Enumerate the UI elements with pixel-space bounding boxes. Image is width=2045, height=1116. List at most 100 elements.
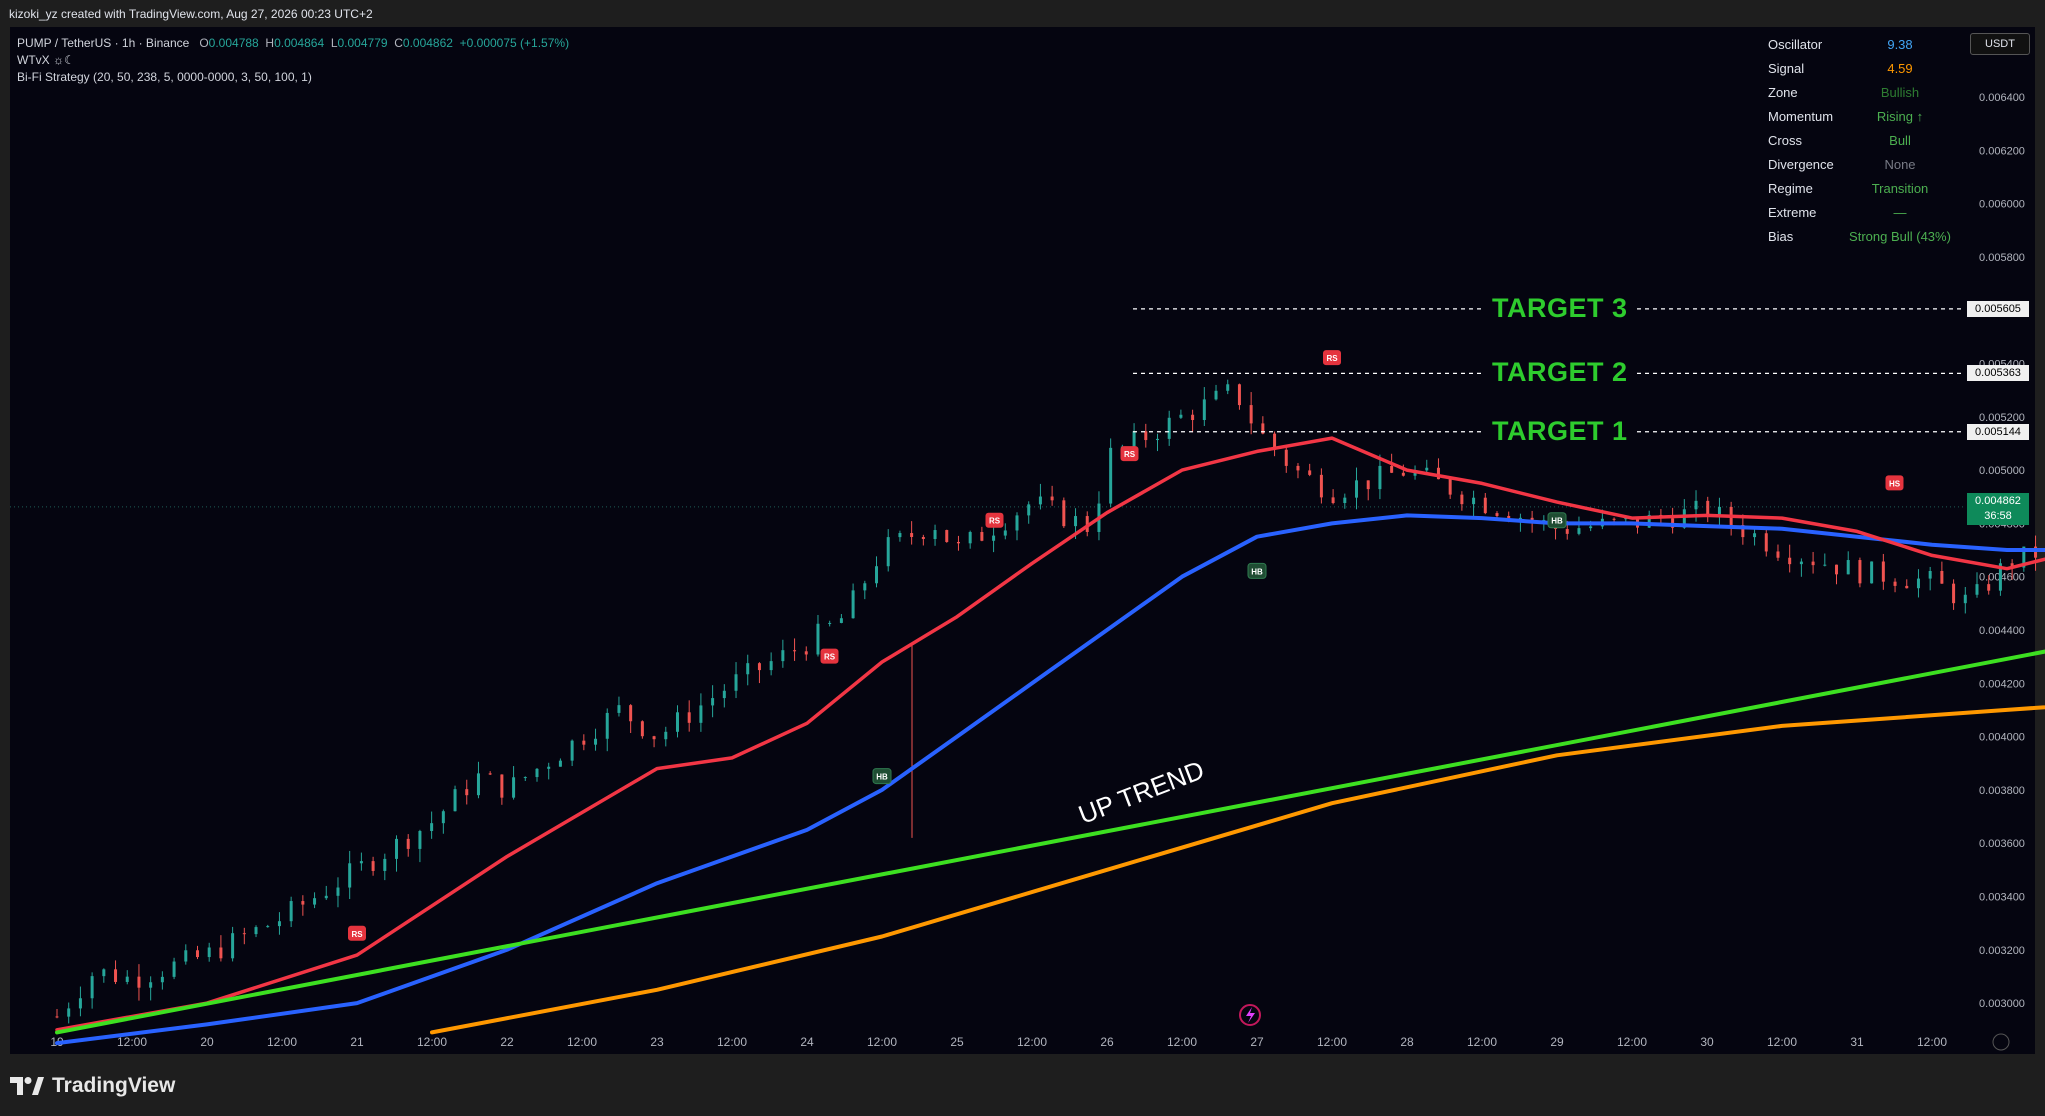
candle-body bbox=[640, 721, 644, 737]
countdown: 36:58 bbox=[1984, 510, 2012, 522]
x-tick-label: 20 bbox=[200, 1035, 214, 1049]
candle bbox=[793, 638, 797, 661]
ema-slow-line bbox=[430, 705, 2045, 1035]
tradingview-logo-icon bbox=[10, 1077, 44, 1095]
candle bbox=[1881, 553, 1885, 590]
candle-body bbox=[1038, 496, 1042, 505]
candle-body bbox=[1132, 431, 1136, 447]
stat-key: Signal bbox=[1768, 61, 1805, 76]
x-tick-label: 28 bbox=[1400, 1035, 1414, 1049]
signal-marker-hs: HS bbox=[1885, 475, 1904, 491]
y-tick-label: 0.006400 bbox=[1979, 92, 2025, 104]
candle-body bbox=[1928, 570, 1932, 579]
candle bbox=[1284, 446, 1288, 473]
y-tick-label: 0.003000 bbox=[1979, 998, 2025, 1010]
candle bbox=[945, 529, 949, 543]
indicator-wtvx[interactable]: WTvX ☼☾ bbox=[17, 52, 569, 69]
candle bbox=[488, 771, 492, 775]
signal-label: HB bbox=[876, 773, 888, 782]
candle bbox=[1975, 572, 1979, 598]
candle bbox=[184, 944, 188, 965]
candle-body bbox=[523, 777, 527, 779]
x-axis: 19 12:00 20 12:00 21 12:00 22 12:00 23 12:00 24 12:… bbox=[50, 1035, 1947, 1049]
candle-body bbox=[512, 777, 516, 798]
y-tick-label: 0.004200 bbox=[1979, 678, 2025, 690]
candle bbox=[430, 811, 434, 839]
candle-body bbox=[430, 823, 434, 832]
candle bbox=[921, 534, 925, 546]
candle-body bbox=[114, 969, 118, 982]
candle-body bbox=[1788, 557, 1792, 565]
candle bbox=[1893, 578, 1897, 593]
candle-body bbox=[1987, 584, 1991, 591]
signals: RSRSRSRSRSHSHSHBHBHBRB bbox=[348, 350, 1904, 941]
candle-body bbox=[886, 537, 890, 567]
candle bbox=[722, 684, 726, 708]
candle-body bbox=[195, 950, 199, 958]
candle bbox=[1706, 496, 1710, 523]
candle bbox=[629, 704, 633, 733]
stat-key: Extreme bbox=[1768, 205, 1817, 220]
y-tick-label: 0.005000 bbox=[1979, 465, 2025, 477]
candle bbox=[1741, 514, 1745, 545]
candle bbox=[675, 705, 679, 738]
stat-value: Transition bbox=[1871, 181, 1929, 196]
candle bbox=[441, 809, 445, 834]
candle-body bbox=[1835, 564, 1839, 575]
x-tick-label: 22 bbox=[500, 1035, 514, 1049]
signal-marker-hb: HB bbox=[1247, 562, 1267, 579]
price-chart[interactable]: 0.0064000.0062000.0060000.0058000.005600… bbox=[0, 0, 2045, 1116]
candle-body bbox=[453, 789, 457, 812]
candle bbox=[547, 762, 551, 780]
candle-body bbox=[1378, 465, 1382, 490]
candle bbox=[1823, 553, 1827, 567]
candle-body bbox=[1343, 497, 1347, 504]
uptrend-label: UP TREND bbox=[1074, 755, 1208, 830]
candle bbox=[804, 646, 808, 661]
candle bbox=[254, 925, 258, 938]
candle bbox=[1753, 528, 1757, 546]
candle bbox=[231, 926, 235, 962]
candle bbox=[266, 924, 270, 928]
candle-body bbox=[828, 622, 832, 624]
target-label: TARGET 3 bbox=[1484, 292, 1636, 324]
close-value: 0.004862 bbox=[402, 36, 453, 50]
symbol-info[interactable]: PUMP / TetherUS · 1h · Binance bbox=[17, 36, 189, 50]
candle bbox=[1717, 497, 1721, 529]
candle bbox=[968, 530, 972, 549]
signal-label: HS bbox=[1889, 479, 1901, 488]
candle bbox=[1870, 561, 1874, 584]
candle-body bbox=[1846, 560, 1850, 575]
signal-marker-rs: RS bbox=[820, 648, 839, 664]
candle-body bbox=[500, 774, 504, 798]
candle-body bbox=[1425, 467, 1429, 471]
candle-body bbox=[348, 863, 352, 888]
candle bbox=[769, 652, 773, 676]
candle bbox=[1003, 523, 1007, 540]
candle bbox=[172, 957, 176, 980]
candle bbox=[1577, 516, 1581, 536]
candle-body bbox=[172, 961, 176, 977]
stat-key: Divergence bbox=[1768, 157, 1834, 172]
candle bbox=[898, 530, 902, 542]
uptrend-line bbox=[55, 649, 2045, 1035]
candle-body bbox=[757, 663, 761, 671]
stat-key: Cross bbox=[1768, 133, 1802, 148]
candle-body bbox=[898, 533, 902, 538]
currency-button[interactable]: USDT bbox=[1970, 33, 2030, 55]
candle-body bbox=[1448, 479, 1452, 495]
candle-body bbox=[1167, 417, 1171, 439]
candle-body bbox=[1401, 472, 1405, 476]
candle bbox=[617, 696, 621, 717]
candle bbox=[828, 620, 832, 627]
indicator-bifi[interactable]: Bi-Fi Strategy (20, 50, 238, 5, 0000-000… bbox=[17, 69, 569, 86]
legend-header: PUMP / TetherUS · 1h · Binance O0.004788… bbox=[17, 35, 569, 86]
candle-body bbox=[945, 530, 949, 542]
x-tick-label: 26 bbox=[1100, 1035, 1114, 1049]
x-tick-label: 12:00 bbox=[1917, 1035, 1947, 1049]
candle bbox=[851, 583, 855, 619]
tradingview-logo[interactable]: TradingView bbox=[10, 1074, 175, 1098]
candle bbox=[980, 526, 984, 542]
candle bbox=[1378, 454, 1382, 500]
candle-body bbox=[1952, 583, 1956, 604]
